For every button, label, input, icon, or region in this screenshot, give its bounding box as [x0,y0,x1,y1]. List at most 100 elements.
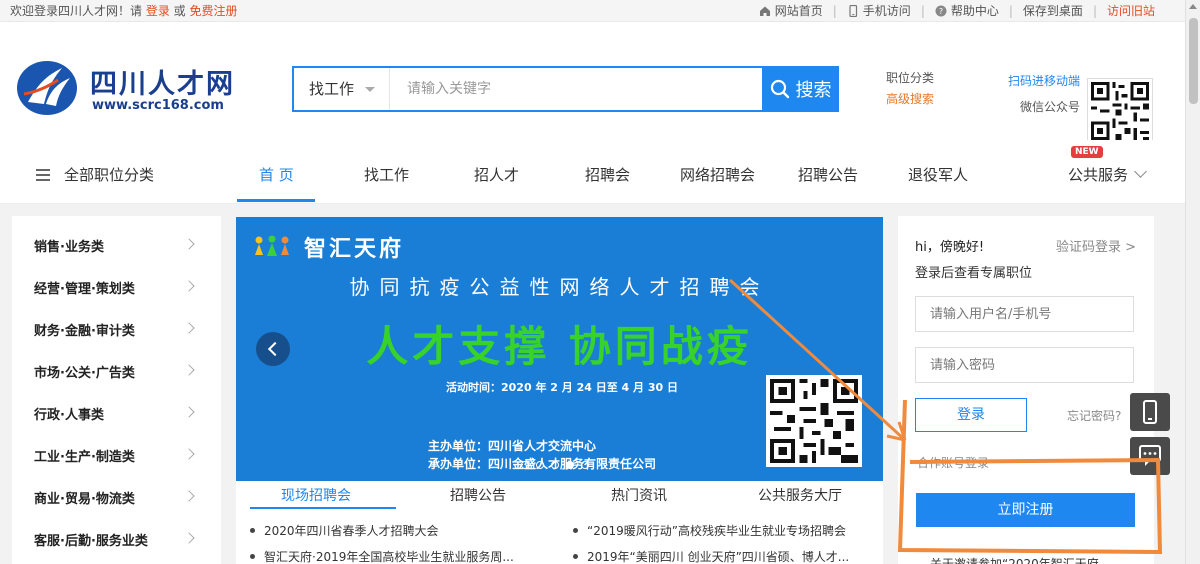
logo-emblem-icon [17,61,77,115]
banner-prev-button[interactable] [256,332,290,366]
advanced-search-link[interactable]: 高级搜索 [886,89,934,110]
notice-link[interactable]: 关于邀请参加“2020年智汇天府 [930,555,1099,564]
float-mobile-button[interactable] [1130,393,1170,431]
all-categories-button[interactable]: 全部职位分类 [36,164,154,185]
help-icon: ? [935,5,947,17]
banner-pager [521,461,596,469]
menu-icon [36,168,50,181]
news-item[interactable]: 2020年四川省春季人才招聘大会 [250,522,439,539]
scrollbar-thumb[interactable] [1189,18,1198,104]
qr-code-icon [1088,79,1152,143]
nav-announcements[interactable]: 招聘公告 [798,164,858,185]
category-list: 销售·业务类 经营·管理·策划类 财务·金融·审计类 市场·公关·广告类 行政·… [12,216,221,564]
nav-find-job[interactable]: 找工作 [364,164,409,185]
banner-qr-code [766,375,862,467]
search-category-select[interactable]: 找工作 [294,68,390,110]
category-item[interactable]: 经营·管理·策划类 [12,258,221,300]
home-link-label: 网站首页 [774,4,823,18]
site-name: 四川人才网 [90,69,235,100]
site-logo[interactable]: 四川人才网 www.scrc168.com [16,58,236,116]
register-link[interactable]: 免费注册 [189,4,237,18]
tab-onsite-fairs[interactable]: 现场招聘会 [281,485,351,505]
chevron-right-icon [183,364,195,376]
pager-dot[interactable] [536,461,544,469]
search-category-label: 找工作 [309,80,355,98]
category-label: 经营·管理·策划类 [34,282,135,297]
category-item[interactable]: 工业·生产·制造类 [12,426,221,468]
category-label: 客服·后勤·服务业类 [34,534,148,549]
pager-dot[interactable] [581,461,589,469]
divider: | [1092,4,1097,18]
divider: | [920,4,925,18]
home-link[interactable]: 网站首页 [759,0,823,22]
category-item[interactable]: 商业·贸易·物流类 [12,468,221,510]
pager-dot-active[interactable] [566,461,574,469]
password-input[interactable] [915,347,1134,383]
phone-icon [849,5,857,17]
banner-time: 活动时间：2020 年 2 月 24 日至 4 月 30 日 [446,381,679,394]
mobile-link-label: 手机访问 [862,4,911,18]
top-bar: 欢迎登录四川人才网！请 登录 或 免费注册 网站首页 | 手机访问 | ? 帮助… [0,0,1185,22]
pager-dot[interactable] [521,461,529,469]
main-nav: 全部职位分类 首 页 找工作 招人才 招聘会 网络招聘会 招聘公告 退役军人 公… [0,140,1185,204]
phone-icon [1143,400,1157,424]
chevron-down-icon[interactable] [1134,165,1147,178]
page-scrollbar[interactable] [1185,0,1200,564]
category-item[interactable]: 客服·后勤·服务业类 [12,510,221,552]
tab-announcements[interactable]: 招聘公告 [450,485,506,505]
nav-job-fair[interactable]: 招聘会 [585,164,630,185]
home-icon [759,6,770,16]
category-item[interactable]: 行政·人事类 [12,384,221,426]
forgot-password-link[interactable]: 忘记密码? [1067,407,1121,424]
save-desktop-link[interactable]: 保存到桌面 [1023,0,1083,22]
news-list: 2020年四川省春季人才招聘大会 “2019暖风行动”高校残疾毕业生就业专场招聘… [236,509,883,564]
category-item[interactable]: 销售·业务类 [12,216,221,258]
verify-code-login-link[interactable]: 验证码登录 > [1056,236,1136,255]
category-label: 销售·业务类 [34,240,104,255]
welcome-text: 欢迎登录四川人才网！请 登录 或 免费注册 [10,0,238,22]
chevron-right-icon [183,322,195,334]
username-input[interactable] [915,296,1134,332]
login-button[interactable]: 登录 [915,398,1027,432]
banner-slogan: 人才支撑 协同战疫 [366,322,753,371]
register-button[interactable]: 立即注册 [916,493,1135,527]
tab-public-service-hall[interactable]: 公共服务大厅 [758,485,842,505]
mobile-qr-link[interactable]: 扫码进移动端 [1008,68,1080,94]
login-link[interactable]: 登录 [146,4,170,18]
mobile-link[interactable]: 手机访问 [847,0,911,22]
nav-home[interactable]: 首 页 [259,164,294,185]
category-label: 市场·公关·广告类 [34,366,135,381]
caret-down-icon [365,87,375,92]
news-item[interactable]: “2019暖风行动”高校残疾毕业生就业专场招聘会 [573,522,846,539]
banner-host: 主办单位：四川省人才交流中心 [428,439,597,453]
news-item[interactable]: 智汇天府·2019年全国高校毕业生就业服务周... [250,548,514,564]
scroll-up-icon[interactable] [1189,4,1197,9]
search-button[interactable]: 搜索 [762,66,839,112]
nav-recruit[interactable]: 招人才 [474,164,519,185]
promo-banner[interactable]: 智汇天府 协同抗疫公益性网络人才招聘会 人才支撑 协同战疫 活动时间：2020 … [236,217,883,481]
old-site-link[interactable]: 访问旧站 [1107,0,1155,22]
nav-veterans[interactable]: 退役军人 [908,164,968,185]
category-label: 工业·生产·制造类 [34,450,135,465]
job-category-link[interactable]: 职位分类 [886,68,934,89]
welcome-label: 欢迎登录四川人才网！请 [10,4,146,18]
all-categories-label: 全部职位分类 [64,166,155,184]
pager-dot[interactable] [551,461,559,469]
chevron-right-icon [183,280,195,292]
tab-hot-news[interactable]: 热门资讯 [611,485,667,505]
search-input[interactable] [391,68,761,110]
category-item[interactable]: 财务·金融·审计类 [12,300,221,342]
chevron-right-icon [183,406,195,418]
float-chat-button[interactable] [1130,437,1170,475]
news-item[interactable]: 2019年“美丽四川 创业天府”四川省硕、博人才... [572,548,849,564]
category-label: 财务·金融·审计类 [34,324,135,339]
nav-online-job-fair[interactable]: 网络招聘会 [680,164,755,185]
search-bar: 找工作 搜索 [292,66,839,112]
category-label: 商业·贸易·物流类 [34,492,135,507]
category-item[interactable]: 市场·公关·广告类 [12,342,221,384]
chevron-right-icon [183,532,195,544]
chevron-right-icon [183,238,195,250]
nav-public-service[interactable]: 公共服务 [1068,164,1128,185]
help-link[interactable]: ? 帮助中心 [935,0,999,22]
active-nav-indicator [237,199,315,202]
